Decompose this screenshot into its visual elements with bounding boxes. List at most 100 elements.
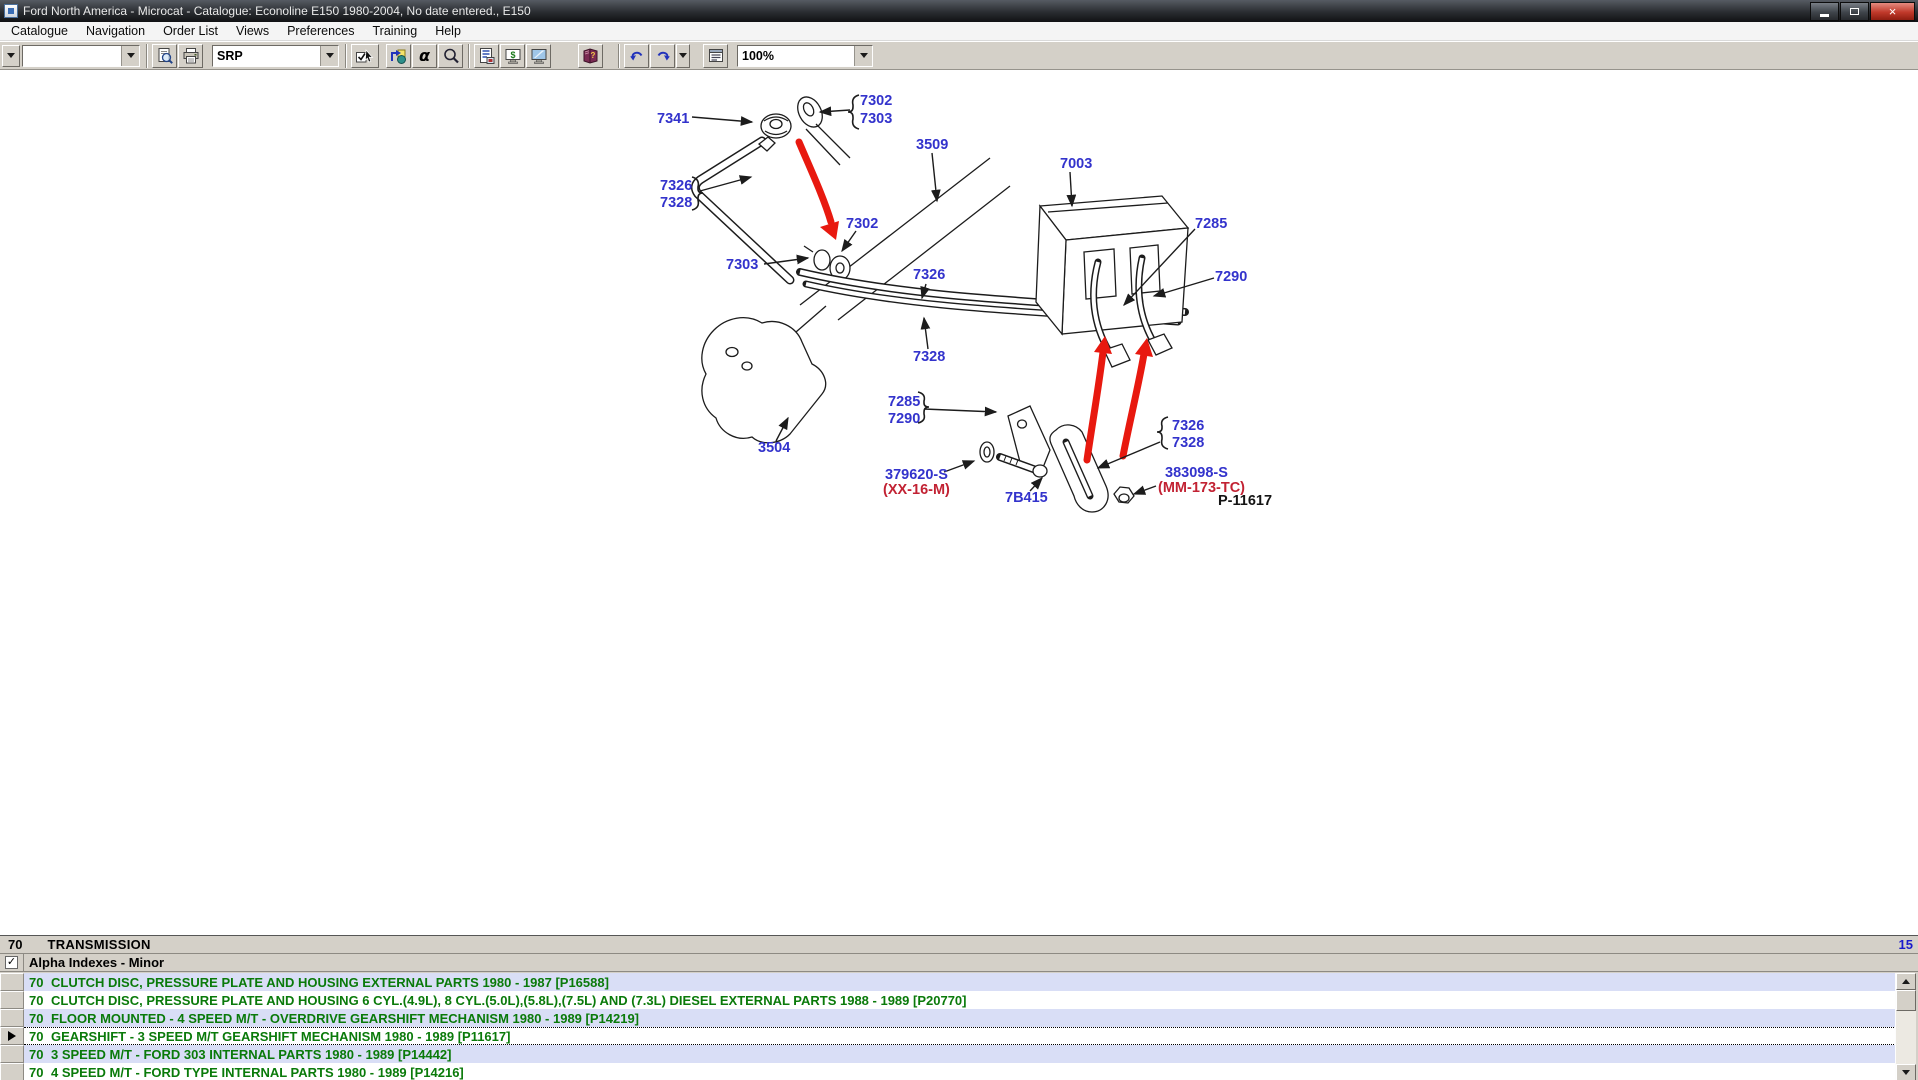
redo-icon — [654, 47, 672, 65]
minimize-icon — [1820, 14, 1829, 17]
row-gutter[interactable] — [0, 1045, 24, 1063]
part-label-3504[interactable]: 3504 — [758, 440, 790, 456]
row-section-code: 70 — [24, 993, 51, 1008]
zoom-combo[interactable]: 100% — [737, 45, 873, 67]
index-list: 70CLUTCH DISC, PRESSURE PLATE AND HOUSIN… — [0, 973, 1896, 1080]
menu-navigation[interactable]: Navigation — [77, 23, 154, 39]
part-label-7285-left[interactable]: 7285 — [888, 394, 920, 410]
part-label-7303-mid[interactable]: 7303 — [726, 257, 758, 273]
parts-index-panel: 70 TRANSMISSION 15 ✓ Alpha Indexes - Min… — [0, 935, 1918, 1080]
section-header: 70 TRANSMISSION 15 — [0, 936, 1918, 954]
graphical-index-icon — [390, 47, 408, 65]
section-title: TRANSMISSION — [47, 937, 150, 952]
index-row[interactable]: 703 SPEED M/T - FORD 303 INTERNAL PARTS … — [0, 1045, 1896, 1063]
part-label-7326-upper[interactable]: 7326 — [660, 178, 692, 194]
menu-views[interactable]: Views — [227, 23, 278, 39]
part-label-7290-right[interactable]: 7290 — [1215, 269, 1247, 285]
redo-dropdown-button[interactable] — [676, 44, 690, 68]
scroll-down-button[interactable] — [1896, 1064, 1916, 1080]
combo-arrow-button[interactable] — [121, 46, 139, 66]
part-label-7003[interactable]: 7003 — [1060, 156, 1092, 172]
row-gutter[interactable] — [0, 1063, 24, 1080]
triangle-down-icon — [1902, 1070, 1910, 1075]
checkbox-checked-icon[interactable]: ✓ — [5, 956, 18, 969]
chevron-down-icon — [127, 53, 135, 58]
section-count: 15 — [1899, 937, 1913, 952]
select-parts-button[interactable] — [351, 44, 379, 68]
part-label-7290-left[interactable]: 7290 — [888, 411, 920, 427]
menu-order-list[interactable]: Order List — [154, 23, 227, 39]
part-label-7328-mid[interactable]: 7328 — [913, 349, 945, 365]
part-label-3509[interactable]: 3509 — [916, 137, 948, 153]
part-label-7326-lower[interactable]: 7326 — [1172, 418, 1204, 434]
menu-catalogue[interactable]: Catalogue — [2, 23, 77, 39]
title-bar: Ford North America - Microcat - Catalogu… — [0, 0, 1918, 22]
row-section-code: 70 — [24, 975, 51, 990]
section-code: 70 — [8, 937, 22, 952]
row-description[interactable]: CLUTCH DISC, PRESSURE PLATE AND HOUSING … — [51, 975, 609, 990]
print-button[interactable] — [178, 44, 203, 68]
svg-text:$: $ — [510, 50, 515, 60]
row-gutter[interactable] — [0, 1027, 24, 1045]
graphical-index-button[interactable] — [386, 44, 411, 68]
index-row[interactable]: 70FLOOR MOUNTED - 4 SPEED M/T - OVERDRIV… — [0, 1009, 1896, 1027]
svg-text:?: ? — [591, 51, 596, 60]
row-description[interactable]: 4 SPEED M/T - FORD TYPE INTERNAL PARTS 1… — [51, 1065, 464, 1080]
parts-list-button[interactable] — [474, 44, 499, 68]
row-gutter[interactable] — [0, 991, 24, 1009]
row-description[interactable]: 3 SPEED M/T - FORD 303 INTERNAL PARTS 19… — [51, 1047, 452, 1062]
navigation-combo[interactable] — [22, 45, 140, 67]
index-row[interactable]: 70CLUTCH DISC, PRESSURE PLATE AND HOUSIN… — [0, 973, 1896, 991]
row-description[interactable]: GEARSHIFT - 3 SPEED M/T GEARSHIFT MECHAN… — [51, 1029, 510, 1044]
index-row[interactable]: 704 SPEED M/T - FORD TYPE INTERNAL PARTS… — [0, 1063, 1896, 1080]
price-level-combo[interactable]: SRP — [212, 45, 339, 67]
combo-arrow-button[interactable] — [320, 46, 338, 66]
close-icon: × — [1889, 4, 1897, 19]
scroll-up-button[interactable] — [1896, 973, 1916, 990]
part-label-7326-mid[interactable]: 7326 — [913, 267, 945, 283]
row-gutter[interactable] — [0, 973, 24, 991]
index-header-label: Alpha Indexes - Minor — [24, 955, 164, 970]
notes-button[interactable] — [703, 44, 728, 68]
toolbar-separator — [146, 44, 148, 68]
parts-diagram: 7341 7302 7303 3509 7003 7326 7328 7302 … — [0, 70, 1918, 935]
print-preview-button[interactable] — [152, 44, 177, 68]
redo-button[interactable] — [650, 44, 675, 68]
scrollbar-thumb[interactable] — [1896, 990, 1916, 1011]
part-label-383098-s[interactable]: 383098-S — [1165, 465, 1228, 481]
undo-button[interactable] — [624, 44, 649, 68]
index-row[interactable]: 70CLUTCH DISC, PRESSURE PLATE AND HOUSIN… — [0, 991, 1896, 1009]
close-button[interactable]: × — [1870, 2, 1915, 21]
price-screen-button[interactable]: $ — [500, 44, 525, 68]
training-book-button[interactable]: ? — [578, 44, 603, 68]
app-icon — [4, 4, 18, 18]
row-gutter[interactable] — [0, 1009, 24, 1027]
part-label-7328-upper[interactable]: 7328 — [660, 195, 692, 211]
row-description[interactable]: CLUTCH DISC, PRESSURE PLATE AND HOUSING … — [51, 993, 966, 1008]
part-label-7341[interactable]: 7341 — [657, 111, 689, 127]
part-label-7302-mid[interactable]: 7302 — [846, 216, 878, 232]
part-label-7328-lower[interactable]: 7328 — [1172, 435, 1204, 451]
part-label-7302-top[interactable]: 7302 — [860, 93, 892, 109]
alpha-index-button[interactable]: α — [412, 44, 437, 68]
row-description[interactable]: FLOOR MOUNTED - 4 SPEED M/T - OVERDRIVE … — [51, 1011, 639, 1026]
parts-list-icon — [478, 47, 496, 65]
part-label-7b415[interactable]: 7B415 — [1005, 490, 1048, 506]
menu-training[interactable]: Training — [364, 23, 427, 39]
row-pointer-icon — [8, 1031, 16, 1041]
combo-arrow-button[interactable] — [854, 46, 872, 66]
part-label-7303-top[interactable]: 7303 — [860, 111, 892, 127]
search-button[interactable] — [438, 44, 463, 68]
list-scrollbar[interactable] — [1895, 973, 1916, 1080]
maximize-button[interactable] — [1840, 2, 1869, 21]
part-label-7285-right[interactable]: 7285 — [1195, 216, 1227, 232]
history-dropdown-button[interactable] — [2, 45, 20, 67]
menu-preferences[interactable]: Preferences — [278, 23, 363, 39]
index-row-selected[interactable]: 70GEARSHIFT - 3 SPEED M/T GEARSHIFT MECH… — [0, 1027, 1896, 1045]
part-label-379620-s[interactable]: 379620-S — [885, 467, 948, 483]
control-housing — [1036, 196, 1188, 334]
select-check-cursor-icon — [355, 47, 375, 65]
minimize-button[interactable] — [1810, 2, 1839, 21]
menu-help[interactable]: Help — [426, 23, 470, 39]
screen-display-button[interactable] — [526, 44, 551, 68]
